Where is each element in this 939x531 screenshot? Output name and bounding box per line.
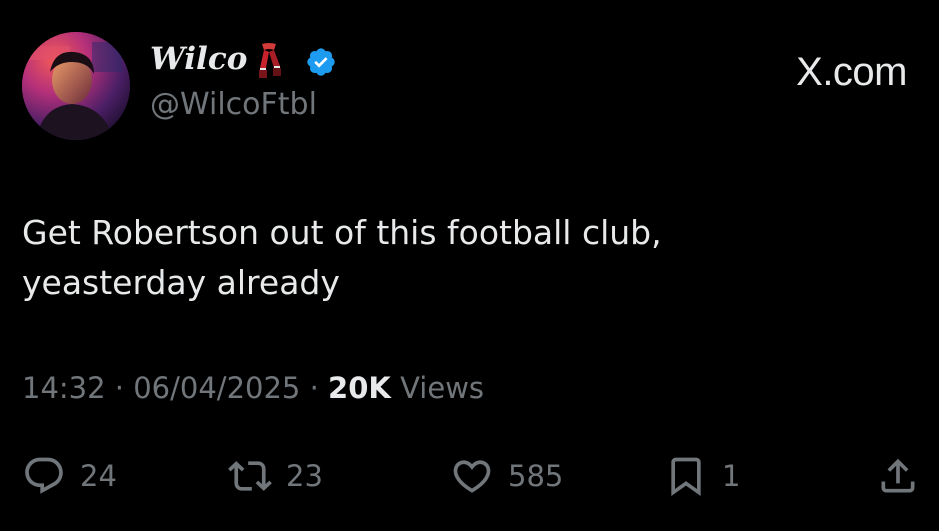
meta-separator: · xyxy=(114,371,125,405)
brand-label: X.com xyxy=(796,50,907,94)
tweet-text: Get Robertson out of this football club,… xyxy=(22,208,902,308)
profile-photo xyxy=(22,32,130,140)
views-count: 20K xyxy=(328,371,391,405)
scarf-icon xyxy=(259,43,281,78)
heart-icon xyxy=(453,460,491,493)
tweet-text-line: yeasterday already xyxy=(22,263,340,302)
meta-separator: · xyxy=(309,371,319,405)
reply-icon xyxy=(25,457,63,494)
display-name[interactable]: Wilco xyxy=(150,44,247,75)
verified-badge-icon xyxy=(307,48,335,76)
share-button[interactable] xyxy=(876,454,920,498)
like-count: 585 xyxy=(508,459,564,493)
repost-icon xyxy=(228,461,272,491)
bookmark-button[interactable]: 1 xyxy=(664,454,740,498)
share-icon xyxy=(881,458,915,493)
reply-count: 24 xyxy=(80,459,117,493)
repost-button[interactable]: 23 xyxy=(228,454,323,498)
avatar[interactable] xyxy=(22,32,130,140)
bookmark-icon xyxy=(671,457,701,497)
bookmark-count: 1 xyxy=(722,459,741,493)
author-handle[interactable]: @WilcoFtbl xyxy=(150,90,317,120)
tweet-text-line: Get Robertson out of this football club, xyxy=(22,213,662,252)
like-button[interactable]: 585 xyxy=(450,454,563,498)
repost-count: 23 xyxy=(286,459,323,493)
post-time[interactable]: 14:32 xyxy=(22,371,106,405)
tweet-meta: 14:32 · 06/04/2025 · 20K Views xyxy=(22,374,484,403)
reply-button[interactable]: 24 xyxy=(22,454,117,498)
post-date[interactable]: 06/04/2025 xyxy=(133,371,300,405)
views-label: Views xyxy=(400,371,485,405)
